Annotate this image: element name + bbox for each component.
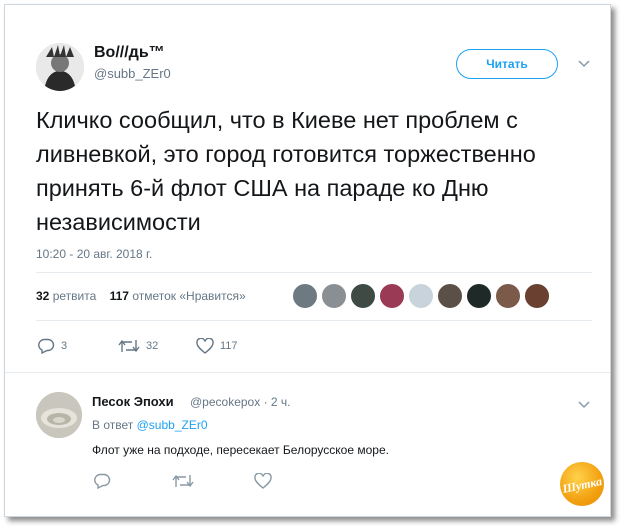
author-name[interactable]: Во///дь™ — [94, 44, 165, 62]
like-count: 117 — [220, 340, 238, 352]
liker-avatar[interactable] — [437, 283, 463, 309]
reply-time[interactable]: 2 ч. — [271, 395, 291, 409]
follow-button[interactable]: Читать — [456, 49, 558, 79]
liker-avatar[interactable] — [524, 283, 550, 309]
retweets-label: ретвита — [52, 289, 97, 303]
tweet-text: Кличко сообщил, что в Киеве нет проблем … — [36, 107, 536, 235]
reply-text: Флот уже на подходе, пересекает Белорусс… — [92, 443, 389, 457]
reply-reply-action[interactable] — [93, 473, 111, 489]
retweet-action[interactable]: 32 — [118, 338, 158, 354]
reply-retweet-action[interactable] — [172, 473, 194, 489]
tweet-stats: 32 ретвита 117 отметок «Нравится» — [36, 289, 246, 303]
svg-text:Шутка: Шутка — [560, 474, 603, 496]
like-icon — [254, 473, 272, 489]
liker-avatar[interactable] — [292, 283, 318, 309]
reply-context: В ответ @subb_ZEr0 — [92, 418, 208, 432]
reply-author-avatar[interactable] — [36, 392, 82, 438]
retweet-icon — [118, 339, 140, 353]
liker-avatar[interactable] — [321, 283, 347, 309]
chevron-down-icon[interactable] — [578, 401, 590, 409]
divider — [36, 272, 592, 273]
liker-avatar[interactable] — [408, 283, 434, 309]
reply-like-action[interactable] — [254, 473, 272, 489]
chevron-down-icon[interactable] — [578, 60, 590, 68]
liker-avatar[interactable] — [466, 283, 492, 309]
liker-avatar[interactable] — [495, 283, 521, 309]
reply-icon — [38, 338, 55, 354]
reply-to-link[interactable]: @subb_ZEr0 — [137, 418, 208, 432]
divider — [36, 320, 592, 321]
retweets-count: 32 — [36, 289, 50, 303]
likes-stat[interactable]: 117 отметок «Нравится» — [110, 289, 246, 303]
separator-dot: · — [263, 395, 268, 409]
reply-prefix: В ответ — [92, 418, 134, 432]
likes-count: 117 — [109, 289, 129, 303]
retweet-icon — [172, 474, 194, 488]
reply-author-name[interactable]: Песок Эпохи — [92, 394, 174, 409]
reply-icon — [94, 473, 111, 489]
tweet-timestamp[interactable]: 10:20 - 20 авг. 2018 г. — [36, 247, 152, 261]
reply-count: 3 — [61, 340, 68, 352]
author-handle[interactable]: @subb_ZEr0 — [94, 66, 171, 81]
retweets-stat[interactable]: 32 ретвита — [36, 289, 96, 303]
reply-meta: @pecokepox · 2 ч. — [190, 395, 291, 409]
liker-avatar[interactable] — [379, 283, 405, 309]
retweet-count: 32 — [146, 340, 159, 352]
reply-action[interactable]: 3 — [37, 338, 67, 354]
watermark-logo: Шутка — [560, 462, 604, 506]
likes-label: отметок «Нравится» — [132, 289, 246, 303]
divider — [5, 372, 610, 373]
liker-avatar[interactable] — [350, 283, 376, 309]
reply-author-handle[interactable]: @pecokepox — [190, 395, 260, 409]
like-icon — [196, 338, 214, 354]
author-avatar[interactable] — [36, 43, 84, 91]
like-action[interactable]: 117 — [196, 338, 238, 354]
